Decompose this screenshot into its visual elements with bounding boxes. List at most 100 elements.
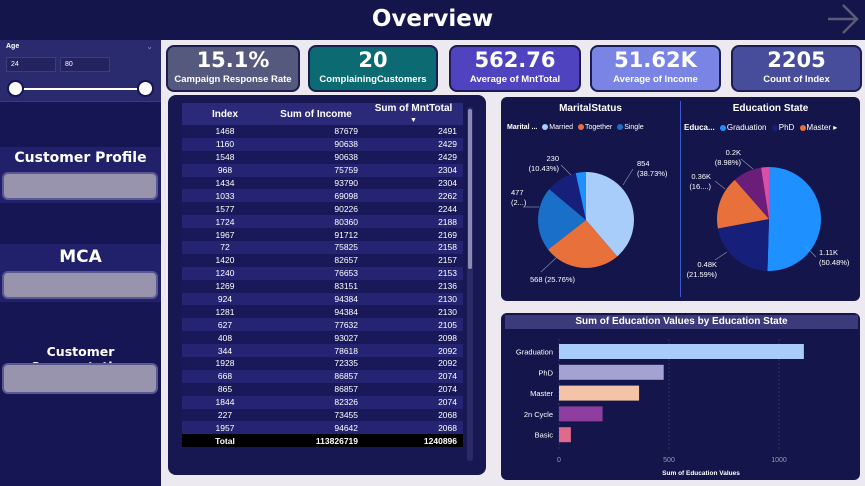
cell-index: 1548 — [182, 150, 268, 164]
chevron-down-icon[interactable]: ⌄ — [146, 42, 153, 51]
bar[interactable] — [559, 364, 664, 380]
pie-leader-line — [622, 168, 634, 186]
education-pie-data-label: 0.2K — [726, 148, 741, 157]
cell-index: 1844 — [182, 395, 268, 409]
cell-sum-of-income: 75759 — [268, 163, 364, 177]
cell-sum-of-income: 76653 — [268, 266, 364, 280]
table-scrollbar-thumb[interactable] — [468, 109, 472, 269]
table-row[interactable]: 1844 82326 2074 — [182, 395, 463, 409]
cell-sum-of-mnttotal: 2068 — [364, 421, 463, 435]
age-slider-min-handle[interactable] — [7, 80, 24, 97]
age-slider-max-handle[interactable] — [137, 80, 154, 97]
age-max-input[interactable]: 80 — [60, 57, 110, 72]
table-row[interactable]: 1724 80360 2188 — [182, 215, 463, 229]
cell-sum-of-income: 72335 — [268, 357, 364, 370]
table-row[interactable]: 668 86857 2074 — [182, 369, 463, 383]
arrow-right-icon[interactable] — [825, 2, 861, 36]
pie-leader-line — [714, 180, 726, 190]
table-row[interactable]: 408 93027 2098 — [182, 331, 463, 345]
cell-sum-of-mnttotal: 2105 — [364, 318, 463, 332]
kpi-label: Campaign Response Rate — [174, 74, 292, 85]
bar[interactable] — [559, 385, 640, 401]
cell-sum-of-mnttotal: 2074 — [364, 369, 463, 383]
cell-sum-of-income: 90638 — [268, 137, 364, 151]
cell-index: 668 — [182, 369, 268, 383]
cell-index: 968 — [182, 163, 268, 177]
kpi-value: 15.1% — [196, 48, 270, 72]
marital-pie-data-label: (10.43%) — [529, 164, 560, 173]
y-category-label: Master — [530, 389, 553, 398]
kpi-label: ComplainingCustomers — [319, 74, 427, 85]
kpi-label: Average of Income — [613, 74, 698, 85]
age-slicer-label: Age — [6, 43, 20, 50]
cell-sum-of-income: 86857 — [268, 382, 364, 396]
bar[interactable] — [559, 344, 804, 359]
cell-sum-of-income: 93027 — [268, 331, 364, 345]
kpi-value: 51.62K — [614, 48, 697, 72]
table-row[interactable]: 1240 76653 2153 — [182, 266, 463, 280]
kpi-card-campaign-response-rate: 15.1% Campaign Response Rate — [166, 45, 300, 92]
cell-sum-of-mnttotal: 2158 — [364, 241, 463, 254]
column-header-sum-of-mnttotal[interactable]: Sum of MntTotal ▼ — [364, 103, 463, 125]
y-category-label: Basic — [535, 431, 554, 440]
pie-leader-line — [740, 158, 754, 170]
table-row[interactable]: 1468 87679 2491 — [182, 125, 463, 138]
header-bar: Overview — [0, 0, 865, 40]
table-row[interactable]: 344 78618 2092 — [182, 344, 463, 358]
table-row[interactable]: 1420 82657 2157 — [182, 253, 463, 267]
table-row[interactable]: 968 75759 2304 — [182, 163, 463, 177]
age-slider-track[interactable] — [15, 88, 147, 90]
y-category-label: 2n Cycle — [524, 410, 553, 419]
cell-sum-of-mnttotal: 2244 — [364, 202, 463, 216]
cell-index: 924 — [182, 292, 268, 306]
table-row[interactable]: 627 77632 2105 — [182, 318, 463, 332]
cell-sum-of-income: 82326 — [268, 395, 364, 409]
table-row[interactable]: 1577 90226 2244 — [182, 202, 463, 216]
kpi-card-count-of-index: 2205 Count of Index — [731, 45, 862, 92]
nav-label-mca: MCA — [59, 247, 102, 267]
table-row[interactable]: 1434 93790 2304 — [182, 176, 463, 190]
page-title: Overview — [371, 6, 494, 32]
cell-sum-of-mnttotal: 2074 — [364, 395, 463, 409]
table-row[interactable]: 865 86857 2074 — [182, 382, 463, 396]
cell-sum-of-mnttotal: 2130 — [364, 305, 463, 319]
cell-index: 1928 — [182, 357, 268, 370]
cell-index: 1957 — [182, 421, 268, 435]
customer-profile-button[interactable] — [2, 172, 158, 200]
marital-pie-data-label: 230 — [546, 154, 559, 163]
table-row[interactable]: 1269 83151 2136 — [182, 279, 463, 293]
cell-sum-of-mnttotal: 2304 — [364, 163, 463, 177]
kpi-card-average-income: 51.62K Average of Income — [590, 45, 721, 92]
marital-pie-data-label: (38.73%) — [637, 169, 668, 178]
x-axis-label: Sum of Education Values — [662, 470, 740, 477]
table-row[interactable]: 227 73455 2068 — [182, 408, 463, 422]
cell-sum-of-mnttotal: 2098 — [364, 331, 463, 345]
cell-sum-of-mnttotal: 2169 — [364, 228, 463, 242]
table-row[interactable]: 1957 94642 2068 — [182, 421, 463, 435]
table-row[interactable]: 72 75825 2158 — [182, 241, 463, 254]
cell-index: 1160 — [182, 137, 268, 151]
table-row[interactable]: 1967 91712 2169 — [182, 228, 463, 242]
customer-segmentation-button[interactable] — [2, 363, 158, 394]
table-row[interactable]: 1033 69098 2262 — [182, 189, 463, 203]
pie-charts-svg: 854(38.73%) 568 (25.76%) 477(2...) 230(10.4… — [511, 148, 850, 284]
bar[interactable] — [559, 406, 603, 422]
education-pie-data-label: (8.98%) — [715, 158, 742, 167]
mca-button[interactable] — [2, 271, 158, 299]
table-row[interactable]: 1928 72335 2092 — [182, 357, 463, 370]
age-min-input[interactable]: 24 — [6, 57, 56, 72]
cell-sum-of-income: 78618 — [268, 344, 364, 358]
education-pie-data-label: (50.48%) — [819, 258, 850, 267]
table-row[interactable]: 1160 90638 2429 — [182, 137, 463, 151]
education-bar-chart-card: Sum of Education Values by Education Sta… — [501, 313, 860, 480]
column-header-sum-of-income[interactable]: Sum of Income — [268, 103, 364, 125]
kpi-value: 20 — [358, 48, 388, 72]
cell-index: 1434 — [182, 176, 268, 190]
column-header-index[interactable]: Index — [182, 103, 268, 125]
bar[interactable] — [559, 427, 571, 443]
income-table-card: Index Sum of Income Sum of MntTotal ▼ 146… — [168, 95, 486, 475]
table-row[interactable]: 1281 94384 2130 — [182, 305, 463, 319]
education-pie-slice[interactable] — [767, 167, 821, 271]
table-row[interactable]: 1548 90638 2429 — [182, 150, 463, 164]
table-row[interactable]: 924 94384 2130 — [182, 292, 463, 306]
